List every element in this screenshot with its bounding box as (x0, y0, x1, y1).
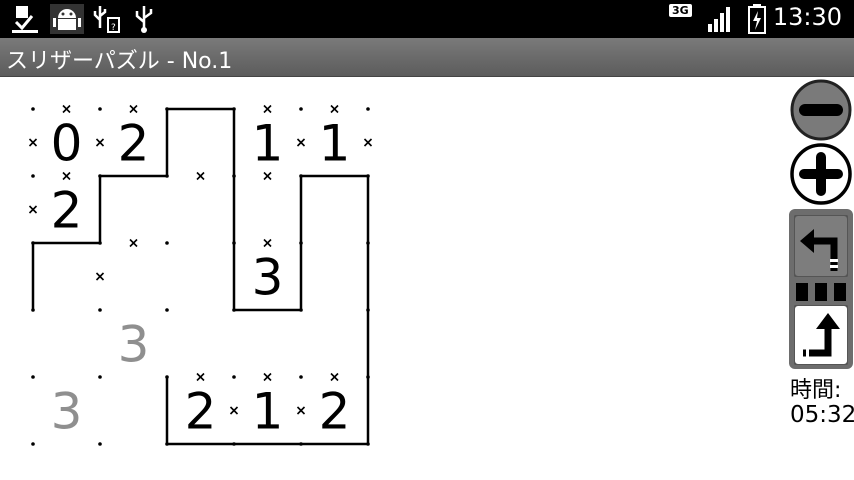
grid-dot (299, 241, 303, 245)
clue-number: 3 (51, 383, 83, 441)
cross-mark (196, 171, 205, 181)
cross-mark (62, 104, 71, 114)
battery-charging-icon (748, 4, 766, 34)
clue-number: 2 (51, 182, 83, 240)
grid-dot (366, 107, 370, 111)
network-type-badge: 3G (669, 4, 692, 17)
grid-dot (232, 241, 236, 245)
clue-number: 2 (185, 383, 217, 441)
history-bar (796, 283, 846, 301)
svg-text:?: ? (111, 23, 116, 33)
clue-number: 2 (118, 115, 150, 173)
grid-dot (366, 375, 370, 379)
cross-mark (28, 138, 38, 147)
grid-dot (31, 241, 35, 245)
grid-dot (31, 107, 35, 111)
redo-button[interactable] (794, 305, 848, 365)
cross-mark (229, 406, 239, 415)
grid-dot (232, 107, 236, 111)
cross-mark (28, 205, 38, 214)
app-title: スリザーパズル - No.1 (6, 49, 233, 74)
grid-dot (98, 107, 102, 111)
timer-label: 時間: (790, 378, 842, 403)
grid-dot (366, 308, 370, 312)
cross-mark (263, 372, 272, 382)
usb-sd-icon: ? (93, 6, 120, 33)
grid-dot (366, 241, 370, 245)
grid-dot (98, 375, 102, 379)
cross-mark (129, 238, 138, 248)
cross-mark (263, 238, 272, 248)
grid-dot (31, 308, 35, 312)
grid-dot (165, 174, 169, 178)
title-bar: スリザーパズル - No.1 (0, 38, 854, 77)
cross-mark (62, 171, 71, 181)
grid-dot (165, 375, 169, 379)
clue-number: 3 (118, 316, 150, 374)
clock: 13:30 (772, 3, 842, 31)
grid-dot (98, 308, 102, 312)
grid-dot (232, 308, 236, 312)
cross-mark (330, 104, 339, 114)
cross-mark (196, 372, 205, 382)
zoom-in-button[interactable] (789, 142, 853, 206)
grid-dot (31, 442, 35, 446)
clue-number: 3 (252, 249, 284, 307)
grid-dot (98, 442, 102, 446)
grid-dot (232, 174, 236, 178)
grid-dot (98, 174, 102, 178)
puzzle-board[interactable]: 0 2 1 12333 2 1 2 (0, 76, 400, 456)
grid-dot (299, 442, 303, 446)
grid-dot (366, 174, 370, 178)
clue-number: 2 (319, 383, 351, 441)
cross-mark (363, 138, 373, 147)
grid-dot (31, 174, 35, 178)
android-debug-icon (50, 4, 84, 34)
undo-redo-panel (789, 209, 853, 369)
cross-mark (263, 104, 272, 114)
grid-dot (232, 375, 236, 379)
clue-number: 0 (51, 115, 83, 173)
grid-dot (165, 107, 169, 111)
undo-button[interactable] (794, 215, 848, 277)
grid-dot (31, 375, 35, 379)
grid-dot (299, 107, 303, 111)
status-bar: ? 3G 13:30 (0, 0, 854, 38)
zoom-out-button[interactable] (789, 79, 853, 141)
grid-dot (232, 442, 236, 446)
clue-number: 1 (252, 115, 284, 173)
grid-dot (366, 442, 370, 446)
cross-mark (129, 104, 138, 114)
clue-number: 1 (252, 383, 284, 441)
clues-layer: 0 2 1 12333 2 1 2 (51, 115, 351, 441)
grid-dot (299, 174, 303, 178)
cross-mark (296, 406, 306, 415)
usb-icon (135, 6, 153, 33)
cross-mark (296, 138, 306, 147)
grid-dot (299, 375, 303, 379)
cross-mark (95, 138, 105, 147)
cross-mark (95, 272, 105, 281)
download-done-icon (12, 6, 38, 33)
cross-mark (330, 372, 339, 382)
grid-dot (165, 308, 169, 312)
timer-value: 05:32 (790, 402, 854, 428)
grid-dot (165, 442, 169, 446)
grid-dot (98, 241, 102, 245)
clue-number: 1 (319, 115, 351, 173)
cross-mark (263, 171, 272, 181)
signal-icon (708, 7, 730, 32)
grid-dot (299, 308, 303, 312)
grid-dot (165, 241, 169, 245)
